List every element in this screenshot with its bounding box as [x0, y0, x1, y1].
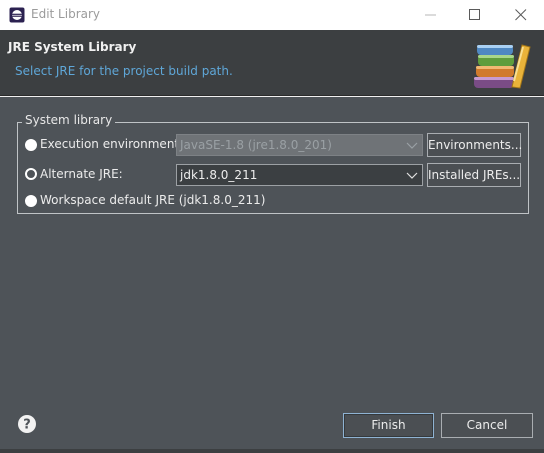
header-separator-light [0, 96, 544, 97]
finish-button[interactable]: Finish [343, 413, 434, 438]
maximize-button[interactable] [452, 0, 498, 30]
close-button[interactable] [498, 0, 544, 30]
question-icon[interactable]: ? [17, 414, 37, 434]
workspace-default-radio[interactable] [25, 195, 37, 207]
alternate-jre-value: jdk1.8.0_211 [180, 168, 258, 182]
alternate-jre-radio[interactable] [25, 168, 37, 180]
alternate-jre-label: Alternate JRE: [40, 167, 123, 181]
window-title: Edit Library [31, 7, 101, 21]
header-subtitle: Select JRE for the project build path. [15, 64, 233, 78]
execution-environment-value: JavaSE-1.8 (jre1.8.0_201) [180, 138, 332, 152]
svg-text:?: ? [23, 418, 31, 433]
chevron-down-icon [406, 142, 418, 149]
library-books-icon [474, 44, 531, 89]
alternate-jre-combo[interactable]: jdk1.8.0_211 [176, 164, 423, 186]
minimize-icon [425, 14, 436, 16]
dialog-header: JRE System Library Select JRE for the pr… [0, 30, 544, 95]
header-title: JRE System Library [8, 40, 137, 54]
execution-environment-label: Execution environment: [40, 137, 184, 151]
close-icon [515, 9, 527, 21]
bottom-strip [0, 449, 544, 453]
execution-environment-radio[interactable] [25, 139, 37, 151]
maximize-icon [469, 9, 480, 20]
workspace-default-label: Workspace default JRE (jdk1.8.0_211) [40, 193, 266, 207]
environments-button[interactable]: Environments... [427, 133, 522, 157]
title-bar: Edit Library [0, 0, 544, 30]
eclipse-app-icon [9, 7, 25, 23]
execution-environment-combo: JavaSE-1.8 (jre1.8.0_201) [176, 134, 423, 156]
group-legend: System library [22, 113, 116, 127]
cancel-button[interactable]: Cancel [441, 413, 533, 438]
installed-jres-button[interactable]: Installed JREs... [427, 163, 521, 187]
chevron-down-icon [406, 172, 418, 179]
minimize-button[interactable] [408, 0, 454, 30]
